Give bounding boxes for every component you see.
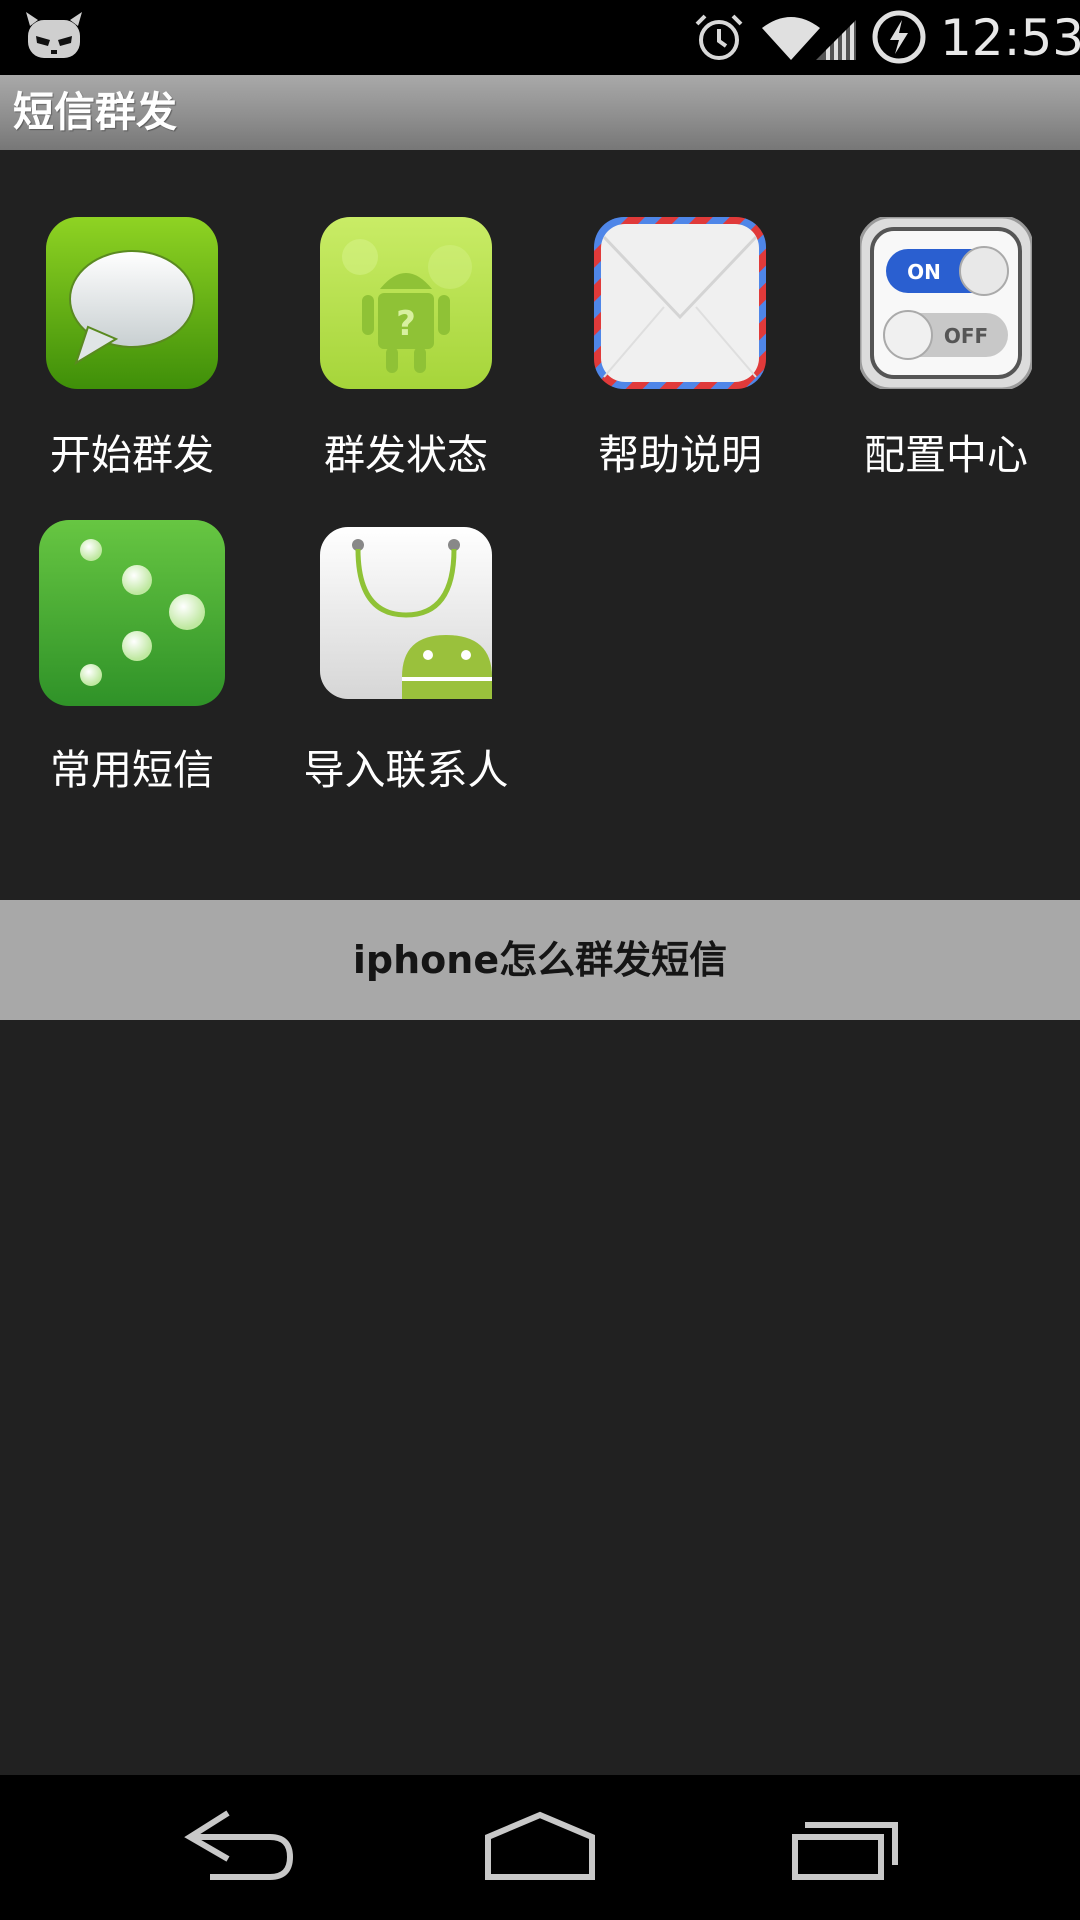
svg-text:ON: ON [907, 260, 941, 284]
grid-item-common-sms[interactable]: 常用短信 [12, 515, 252, 815]
battery-charging-icon [872, 10, 926, 64]
svg-text:?: ? [396, 304, 416, 344]
grid-item-send-status[interactable]: ? 群发状态 [286, 205, 526, 505]
grid-item-label: 帮助说明 [598, 431, 762, 479]
title-bar: 短信群发 [0, 75, 1080, 150]
svg-text:OFF: OFF [944, 324, 988, 348]
cell-signal-icon [816, 20, 856, 60]
grid-item-import-contacts[interactable]: 导入联系人 [286, 515, 526, 815]
grid-item-label: 群发状态 [324, 431, 488, 479]
grid-item-start-send[interactable]: 开始群发 [12, 205, 252, 505]
android-shopping-bag-icon [320, 527, 492, 699]
grid-item-label: 配置中心 [864, 431, 1028, 479]
grid-item-settings[interactable]: ON OFF 配置中心 [826, 205, 1066, 505]
screen: 12:53 短信群发 开始群发 ? 群发状态 帮助说明 ON OFF 配置中心 … [0, 0, 1080, 1920]
on-off-toggle-icon: ON OFF [860, 217, 1032, 389]
home-icon[interactable] [460, 1795, 620, 1900]
navigation-bar [0, 1775, 1080, 1920]
grid-item-label: 导入联系人 [303, 746, 509, 794]
back-icon[interactable] [160, 1795, 320, 1900]
banner-text: iphone怎么群发短信 [352, 938, 728, 982]
dots-icon [39, 520, 225, 706]
page-title: 短信群发 [13, 88, 177, 136]
grid-item-label: 常用短信 [50, 746, 214, 794]
recent-apps-icon[interactable] [765, 1795, 925, 1900]
status-time: 12:53 [940, 9, 1080, 67]
grid-item-help[interactable]: 帮助说明 [560, 205, 800, 505]
alarm-icon [695, 14, 743, 60]
cyanogenmod-mascot-icon [26, 12, 82, 58]
grid-item-label: 开始群发 [50, 431, 214, 479]
speech-bubble-icon [46, 217, 218, 389]
ad-banner[interactable]: iphone怎么群发短信 [0, 900, 1080, 1020]
envelope-icon [594, 217, 766, 389]
status-bar: 12:53 [0, 0, 1080, 75]
android-question-icon: ? [320, 217, 492, 389]
